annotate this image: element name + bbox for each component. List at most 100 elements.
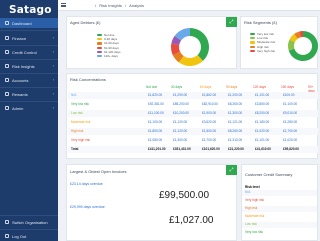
chevron-right-icon: › xyxy=(52,36,54,40)
table-cell: £11,100.00 xyxy=(148,111,164,115)
table-cell: £1,100.00 xyxy=(283,102,298,106)
sidebar-item-accounts[interactable]: Accounts › xyxy=(0,75,58,85)
table-cell: £1,101.00 xyxy=(255,93,270,97)
sidebar-item-dashboard[interactable]: Dashboard xyxy=(0,18,58,28)
table-cell: £41,610.00 xyxy=(255,147,271,151)
table-cell: £8,260.00 xyxy=(228,129,243,133)
table-cell: £1,180.00 xyxy=(255,120,270,124)
table-cell: £8,200.00 xyxy=(255,111,270,115)
sidebar-item-label: Dashboard xyxy=(12,20,32,26)
legend-swatch xyxy=(97,46,102,49)
legend-swatch xyxy=(97,34,102,37)
breadcrumb-risk-insights[interactable]: Risk Insights xyxy=(99,3,122,8)
legend-label: Very high risk xyxy=(257,48,276,53)
list-item[interactable]: Moderate risk xyxy=(242,214,317,220)
log-out-icon xyxy=(5,234,9,238)
finance-icon xyxy=(5,36,9,40)
table-cell: £9,010.00 xyxy=(283,111,298,115)
donut-slice[interactable] xyxy=(190,28,209,61)
switch-organisation-button[interactable]: Switch Organisation xyxy=(0,217,58,227)
table-row[interactable]: Very low risk £92,381.00 £85,200.00 £82,910… xyxy=(68,101,318,108)
sidebar-item-label: Finance xyxy=(12,35,27,41)
table-cell: £85,200.00 xyxy=(173,102,189,106)
table-row[interactable]: Moderate risk £1,100.00 £1,120.00 £3,620.00… xyxy=(68,119,318,126)
chevron-right-icon: › xyxy=(52,106,54,110)
column-header: 150 days xyxy=(281,85,294,89)
card-title: Aged Debtors (£) xyxy=(70,20,101,25)
table-row[interactable]: Very high risk £1,080.00 £1,300.00 £1,700.0… xyxy=(68,137,318,144)
table-cell: £1,900.00 xyxy=(202,111,217,115)
sidebar-item-label: Log Out xyxy=(12,233,27,239)
column-header: Risk level xyxy=(245,185,260,189)
list-item[interactable]: High risk xyxy=(242,206,317,212)
sidebar-item-label: Switch Organisation xyxy=(12,219,48,225)
legend-swatch xyxy=(250,37,255,40)
column-header: Not due xyxy=(146,85,158,89)
list-item[interactable]: Very low risk xyxy=(242,230,317,236)
credit-control-icon xyxy=(5,50,9,54)
divider xyxy=(0,87,58,88)
sidebar-item-label: Admin xyxy=(12,105,24,111)
table-cell: £10,200.00 xyxy=(173,111,189,115)
divider xyxy=(0,30,58,31)
card-title: Largest & Oldest Open Invoices xyxy=(70,169,127,174)
customer-credit-card: Customer Credit Summary Risk level N/A Ve… xyxy=(241,164,318,241)
table-row[interactable]: Low risk £11,100.00 £10,200.00 £1,900.00 £1,… xyxy=(68,110,318,117)
chevron-right-icon: › xyxy=(52,50,54,54)
table-row[interactable]: Total £411,201.00 £351,431.00 £101,620.00 £2… xyxy=(68,146,318,153)
divider xyxy=(0,101,58,102)
legend-swatch xyxy=(97,42,102,45)
invoice-amount: £99,500.00 xyxy=(159,190,210,201)
hamburger-menu-icon[interactable] xyxy=(61,3,66,7)
legend-swatch xyxy=(250,33,255,36)
aged-debtors-card: Aged Debtors (£) ⤢ Not due 0-30 days 31-60… xyxy=(66,16,237,69)
table-cell: £101,620.00 xyxy=(202,147,220,151)
table-row[interactable]: N/A £1,820.00 £1,290.00 £1,862.00 £1,200.00 £… xyxy=(68,92,318,99)
sidebar-item-label: Rewards xyxy=(12,91,28,97)
sidebar-item-admin[interactable]: Admin › xyxy=(0,103,58,113)
sidebar-item-rewards[interactable]: Rewards › xyxy=(0,89,58,99)
sidebar-item-finance[interactable]: Finance › xyxy=(0,33,58,43)
sidebar: Satago Dashboard Finance › Credit Contro… xyxy=(0,0,58,241)
column-header: 90 days xyxy=(226,85,238,89)
divider xyxy=(0,59,58,60)
dashboard-icon xyxy=(5,21,9,25)
table-cell: £1,080.00 xyxy=(148,138,163,142)
sidebar-item-credit-control[interactable]: Credit Control › xyxy=(0,47,58,57)
row-label: Total xyxy=(71,147,79,151)
table-cell: £1,500.00 xyxy=(202,129,217,133)
table-cell: £1,700.00 xyxy=(202,138,217,142)
legend-swatch xyxy=(97,38,102,41)
row-label: Very low risk xyxy=(71,102,89,106)
list-item[interactable]: Low risk xyxy=(242,222,317,228)
sidebar-item-risk-insights[interactable]: Risk Insights › xyxy=(0,61,58,71)
sidebar-item-label: Accounts xyxy=(12,77,29,83)
divider xyxy=(0,45,58,46)
risk-segments-donut-chart xyxy=(288,31,318,61)
rewards-icon xyxy=(5,92,9,96)
aged-debtors-donut-chart xyxy=(171,28,209,66)
table-cell: £1,100.00 xyxy=(148,120,163,124)
table-cell: £3,620.00 xyxy=(202,120,217,124)
chevron-right-icon: › xyxy=(52,92,54,96)
expand-button[interactable]: ⤢ xyxy=(226,17,237,27)
table-cell: £1,020.00 xyxy=(255,129,270,133)
log-out-button[interactable]: Log Out xyxy=(0,231,58,241)
list-item[interactable]: Very high risk xyxy=(242,198,317,204)
invoice-overdue-link[interactable]: £29,990 days overdue xyxy=(70,205,105,209)
legend-swatch xyxy=(250,49,255,52)
invoice-overdue-link[interactable]: £23.14 days overdue xyxy=(70,182,103,186)
expand-icon: ⤢ xyxy=(229,167,234,173)
legend-item: Very high risk xyxy=(250,49,275,53)
table-cell: £82,910.00 xyxy=(202,102,218,106)
expand-button[interactable]: ⤢ xyxy=(226,165,237,175)
table-row[interactable]: High risk £1,800.00 £1,120.00 £1,500.00 £8,2… xyxy=(68,128,318,135)
card-title: Risk Concentrations xyxy=(70,77,106,82)
chevron-right-icon: › xyxy=(52,78,54,82)
table-cell: £1,310.00 xyxy=(228,138,243,142)
list-item[interactable]: N/A xyxy=(242,190,317,196)
legend-label: 120+ days xyxy=(104,54,118,59)
table-cell: £21,220.00 xyxy=(228,147,244,151)
accounts-icon xyxy=(5,78,9,82)
chart-legend: Very low risk Low risk Moderate risk High r… xyxy=(250,32,275,53)
